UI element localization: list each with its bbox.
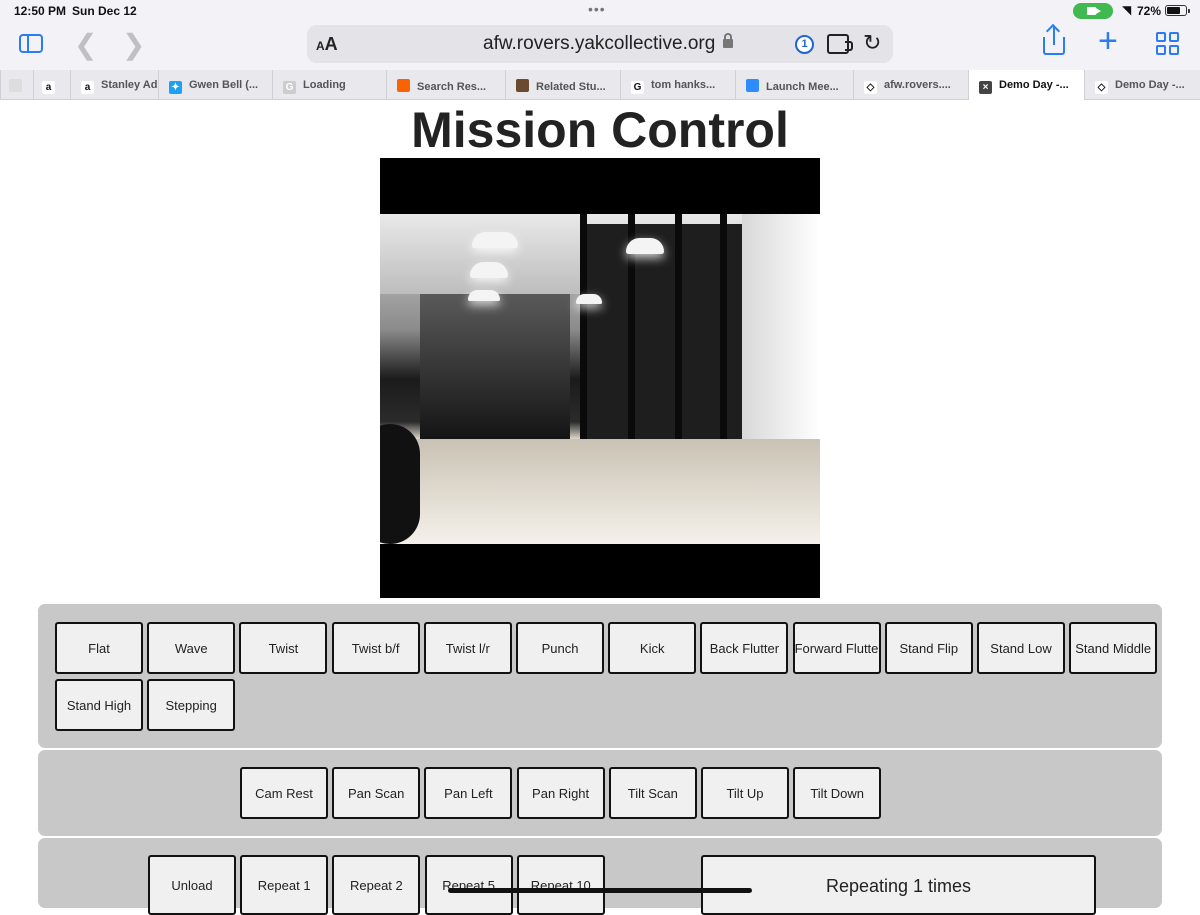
repeat-10-button[interactable]: Repeat 10 bbox=[516, 855, 605, 915]
repeat-2-button[interactable]: Repeat 2 bbox=[332, 855, 421, 915]
close-icon: × bbox=[979, 81, 992, 94]
tilt-down-button[interactable]: Tilt Down bbox=[793, 767, 882, 819]
pan-scan-button[interactable]: Pan Scan bbox=[332, 767, 421, 819]
tab-label: Demo Day -... bbox=[1115, 79, 1185, 91]
tab-label: Gwen Bell (... bbox=[189, 79, 259, 91]
browser-tab[interactable]: a Stanley Ad bbox=[70, 70, 158, 100]
tab-strip: a a Stanley Ad ✦ Gwen Bell (... G Loading Searc… bbox=[0, 70, 1200, 100]
stand-low-button[interactable]: Stand Low bbox=[977, 622, 1065, 674]
sidebar-toggle-icon[interactable] bbox=[19, 34, 43, 53]
forward-arrow-icon[interactable]: ❯ bbox=[122, 28, 145, 61]
extension-icon[interactable] bbox=[827, 34, 853, 54]
twist-l-r-button[interactable]: Twist l/r bbox=[423, 622, 512, 674]
tab-label: afw.rovers.... bbox=[884, 79, 951, 91]
reload-icon[interactable]: ↻ bbox=[863, 30, 881, 56]
g-icon: G bbox=[283, 81, 296, 94]
amazon-icon: a bbox=[42, 81, 55, 94]
repeat-5-button[interactable]: Repeat 5 bbox=[424, 855, 513, 915]
yak-icon: ◇ bbox=[864, 81, 877, 94]
tab-label: Related Stu... bbox=[536, 81, 606, 93]
zoom-icon bbox=[746, 79, 759, 92]
pan-right-button[interactable]: Pan Right bbox=[516, 767, 605, 819]
tab-label: tom hanks... bbox=[651, 79, 716, 91]
stand-high-button[interactable]: Stand High bbox=[55, 679, 143, 731]
browser-tab[interactable]: a bbox=[33, 70, 70, 100]
tab-label: Search Res... bbox=[417, 81, 487, 93]
stepping-button[interactable]: Stepping bbox=[147, 679, 236, 731]
camera-video-feed bbox=[380, 158, 820, 598]
kick-button[interactable]: Kick bbox=[608, 622, 697, 674]
battery-percent: 72% bbox=[1137, 4, 1162, 18]
multitasking-dots-icon[interactable]: ••• bbox=[588, 1, 606, 17]
google-icon: G bbox=[631, 81, 644, 94]
tab-label: Demo Day -... bbox=[999, 79, 1069, 91]
lock-icon bbox=[723, 33, 733, 48]
page-icon bbox=[9, 79, 22, 92]
tilt-scan-button[interactable]: Tilt Scan bbox=[608, 767, 697, 819]
wave-button[interactable]: Wave bbox=[147, 622, 236, 674]
tab-label: Launch Mee... bbox=[766, 81, 839, 93]
repeat-1-button[interactable]: Repeat 1 bbox=[240, 855, 329, 915]
status-date: Sun Dec 12 bbox=[72, 4, 137, 18]
twitter-icon: ✦ bbox=[169, 81, 182, 94]
battery-icon bbox=[1165, 5, 1190, 16]
page-title: Mission Control bbox=[411, 102, 789, 158]
flat-button[interactable]: Flat bbox=[55, 622, 143, 674]
twist-button[interactable]: Twist bbox=[239, 622, 328, 674]
browser-tab[interactable]: Related Stu... bbox=[505, 70, 620, 100]
share-icon[interactable] bbox=[1043, 27, 1065, 57]
forward-flutter-button[interactable]: Forward Flutter bbox=[792, 622, 881, 674]
status-bar: 12:50 PM Sun Dec 12 ••• ◥ 72% bbox=[0, 0, 1200, 22]
cam-rest-button[interactable]: Cam Rest bbox=[240, 767, 328, 819]
browser-tab[interactable]: ◇ Demo Day -... bbox=[1084, 70, 1200, 100]
status-time: 12:50 PM bbox=[14, 4, 67, 18]
tab-overview-icon[interactable] bbox=[1156, 32, 1180, 56]
browser-tab[interactable]: Search Res... bbox=[386, 70, 505, 100]
repeat-status-display: Repeating 1 times bbox=[701, 855, 1096, 915]
browser-toolbar: ❮ ❯ AA afw.rovers.yakcollective.org 1 ↻ … bbox=[0, 22, 1200, 70]
browser-tab[interactable]: × Demo Day -... bbox=[968, 70, 1084, 100]
browser-tab[interactable]: G Loading bbox=[272, 70, 386, 100]
back-arrow-icon[interactable]: ❮ bbox=[74, 28, 97, 61]
tab-label: Loading bbox=[303, 79, 346, 91]
unload-button[interactable]: Unload bbox=[148, 855, 236, 915]
password-manager-icon[interactable]: 1 bbox=[795, 35, 814, 54]
text-size-button[interactable]: AA bbox=[316, 34, 338, 55]
browser-tab[interactable]: ✦ Gwen Bell (... bbox=[158, 70, 272, 100]
yak-icon: ◇ bbox=[1095, 81, 1108, 94]
browser-tab[interactable]: ◇ afw.rovers.... bbox=[853, 70, 968, 100]
new-tab-icon[interactable]: + bbox=[1098, 22, 1118, 61]
url-text[interactable]: afw.rovers.yakcollective.org bbox=[483, 33, 715, 55]
tilt-up-button[interactable]: Tilt Up bbox=[701, 767, 789, 819]
book-icon bbox=[516, 79, 529, 92]
back-flutter-button[interactable]: Back Flutter bbox=[700, 622, 789, 674]
browser-tab[interactable]: Launch Mee... bbox=[735, 70, 853, 100]
amazon-icon: a bbox=[81, 81, 94, 94]
twist-b-f-button[interactable]: Twist b/f bbox=[331, 622, 420, 674]
address-bar[interactable]: AA afw.rovers.yakcollective.org 1 ↻ bbox=[307, 25, 893, 63]
browser-tab[interactable] bbox=[0, 70, 33, 100]
camera-in-use-icon bbox=[1073, 3, 1113, 19]
browser-tab[interactable]: Gtom hanks... bbox=[620, 70, 735, 100]
stand-flip-button[interactable]: Stand Flip bbox=[884, 622, 973, 674]
home-depot-icon bbox=[397, 79, 410, 92]
wifi-icon: ◥ bbox=[1122, 3, 1132, 17]
pan-left-button[interactable]: Pan Left bbox=[424, 767, 513, 819]
punch-button[interactable]: Punch bbox=[516, 622, 604, 674]
stand-middle-button[interactable]: Stand Middle bbox=[1069, 622, 1158, 674]
home-indicator[interactable] bbox=[448, 888, 752, 893]
tab-label: Stanley Ad bbox=[101, 79, 158, 91]
video-image bbox=[380, 214, 820, 544]
